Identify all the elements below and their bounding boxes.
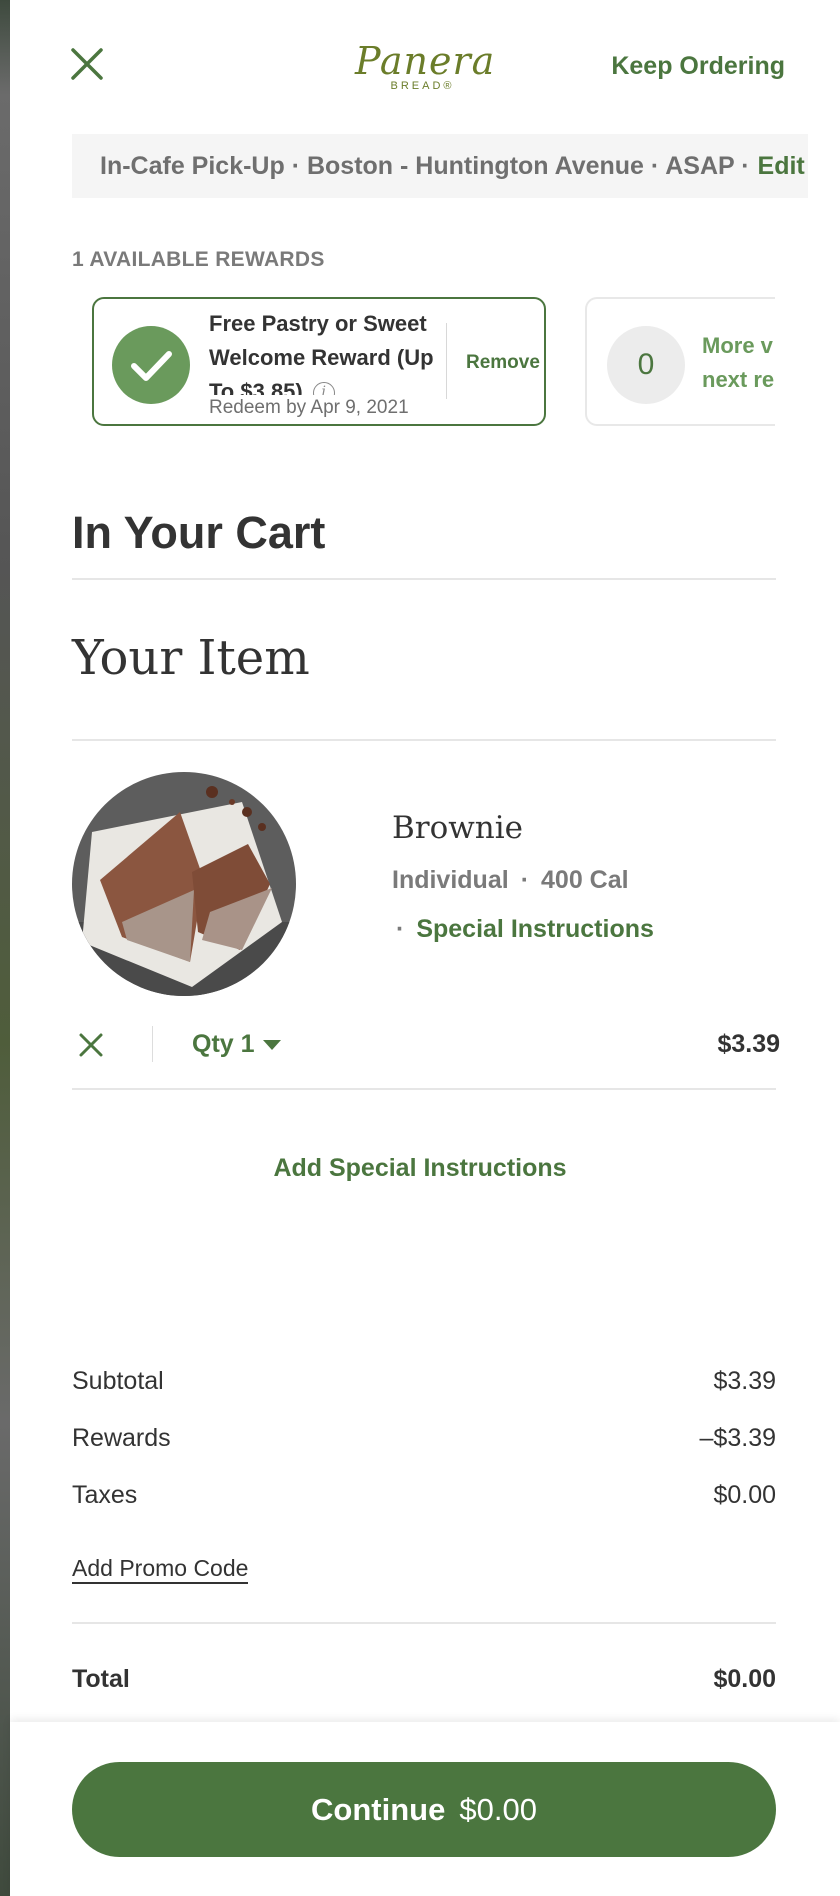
special-instructions-link[interactable]: Special Instructions [416,915,654,943]
continue-label: Continue [311,1791,446,1827]
item-calories: 400 Cal [541,866,629,894]
continue-amount: $0.00 [459,1791,537,1827]
taxes-value: $0.00 [713,1481,776,1509]
quantity-label: Qty 1 [192,1030,255,1058]
item-special-instructions: · Special Instructions [396,915,654,943]
remove-item-icon[interactable] [78,1032,104,1058]
divider [72,739,776,741]
checkout-footer: Continue $0.00 [10,1722,840,1896]
item-price: $3.39 [717,1030,780,1058]
divider [72,1622,776,1624]
divider [72,578,776,580]
reward-title: Free Pastry or Sweet Welcome Reward (Up … [209,307,439,395]
total-row: Total $0.00 [72,1665,776,1694]
add-special-instructions-button[interactable]: Add Special Instructions [0,1154,840,1183]
caret-down-icon [262,1039,281,1050]
item-meta: Individual · 400 Cal [392,866,629,894]
reward-card-divider [446,323,447,399]
panera-logo[interactable]: Panera BREAD® [355,39,496,98]
remove-reward-button[interactable]: Remove [466,352,540,374]
total-label: Total [72,1665,130,1693]
qty-divider [152,1026,153,1062]
add-promo-code-link[interactable]: Add Promo Code [72,1554,249,1584]
item-name: Brownie [392,810,524,846]
reward-count-badge: 0 [607,326,685,404]
order-location-bar: In-Cafe Pick-Up · Boston - Huntington Av… [72,134,808,198]
cart-heading: In Your Cart [72,507,326,558]
item-size: Individual [392,866,509,894]
logo-wordmark: Panera [355,39,496,83]
checkmark-icon [112,326,190,404]
edit-location-link[interactable]: Edit [758,152,805,181]
location-text: In-Cafe Pick-Up · Boston - Huntington Av… [100,151,750,180]
taxes-label: Taxes [72,1481,138,1509]
close-icon[interactable] [70,47,104,81]
subtotal-label: Subtotal [72,1367,164,1395]
subtotal-value: $3.39 [713,1367,776,1395]
quantity-dropdown[interactable]: Qty 1 [192,1030,281,1059]
rewards-heading: 1 AVAILABLE REWARDS [72,248,325,271]
rewards-value: –$3.39 [699,1424,776,1452]
total-value: $0.00 [713,1665,776,1693]
reward-card-progress[interactable]: 0 More v next re [585,297,775,426]
reward-progress-text: More v next re [702,333,775,392]
your-item-heading: Your Item [72,630,310,686]
rewards-label: Rewards [72,1424,171,1452]
reward-redeem-date: Redeem by Apr 9, 2021 [209,397,409,418]
subtotal-row: Subtotal $3.39 [72,1367,776,1396]
continue-button[interactable]: Continue $0.00 [72,1762,776,1857]
info-icon[interactable]: i [312,382,335,395]
divider [72,1088,776,1090]
reward-card-selected[interactable]: Free Pastry or Sweet Welcome Reward (Up … [92,297,546,426]
keep-ordering-link[interactable]: Keep Ordering [611,52,785,81]
taxes-row: Taxes $0.00 [72,1481,776,1510]
brownie-image [72,772,296,996]
rewards-row: Rewards –$3.39 [72,1424,776,1453]
background-page-strip [0,0,10,1896]
